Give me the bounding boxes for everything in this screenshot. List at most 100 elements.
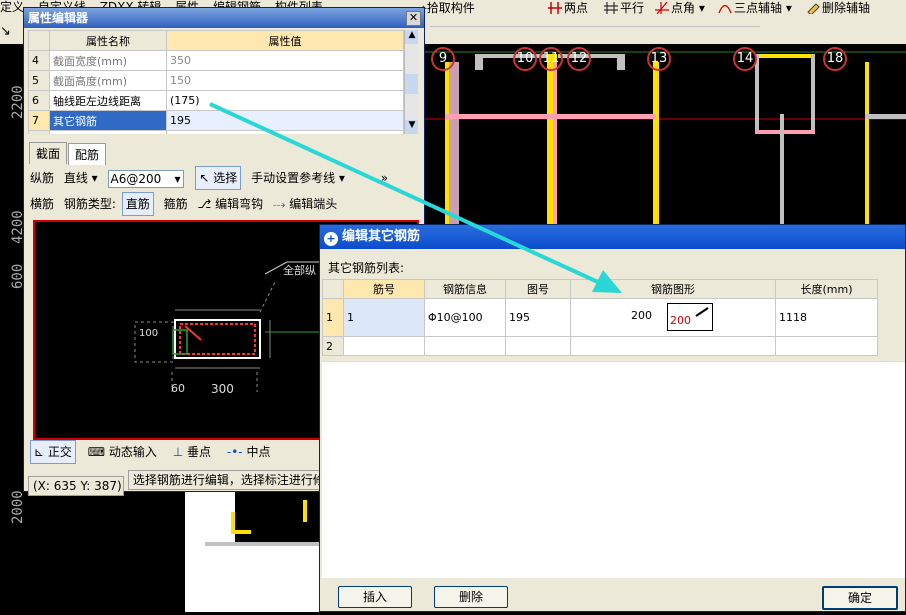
tab-section[interactable]: 截面 (29, 142, 68, 164)
delete-axis-button[interactable]: 删除辅轴 (806, 0, 870, 16)
edit-hook-button[interactable]: ⎇ 编辑弯钩 (197, 193, 263, 215)
spec-dropdown[interactable]: A6@200 ▾ (107, 169, 184, 188)
dynamic-input-label: 动态输入 (108, 445, 157, 459)
two-point-icon (548, 2, 562, 14)
cad-lower-drawing (185, 492, 319, 612)
cad-canvas[interactable]: 9 10 11 12 13 14 18 (425, 44, 906, 234)
perpendicular-label: 垂点 (187, 445, 212, 459)
cell-tuhao[interactable] (505, 336, 571, 356)
row-value[interactable]: 350 (166, 50, 404, 71)
pick-component-button[interactable]: ⌖拾取构件 (420, 0, 475, 16)
three-point-axis-label: 三点辅轴 (734, 1, 783, 15)
header-shape: 钢筋图形 (570, 279, 776, 299)
rebar-row[interactable]: 2 (322, 336, 878, 356)
two-point-label: 两点 (564, 1, 589, 15)
tab-rebar[interactable]: 配筋 (68, 143, 107, 165)
header-length: 长度(mm) (775, 279, 878, 299)
three-point-axis-icon (718, 4, 732, 14)
transverse-label: 横筋 (30, 197, 55, 211)
axis-bubble: 14 (733, 47, 757, 71)
row-name: 轴线距左边线距离 (49, 90, 167, 111)
cell-tuhao[interactable]: 195 (505, 298, 571, 337)
dialog-titlebar[interactable]: + 编辑其它钢筋 (320, 225, 905, 249)
cell-jinhao[interactable]: 1 (343, 298, 425, 337)
select-button[interactable]: ↖ 选择 (195, 166, 242, 190)
point-angle-label: 点角 (671, 1, 696, 15)
row-value[interactable]: (175) (166, 90, 404, 111)
select-label: 选择 (213, 171, 238, 185)
menu-item[interactable]: 定义 (0, 0, 24, 14)
property-row[interactable]: 4 截面宽度(mm) 350 (28, 50, 404, 71)
scroll-up-icon[interactable]: ▲ (405, 30, 418, 44)
insert-button[interactable]: 插入 (338, 586, 412, 608)
property-editor-titlebar[interactable]: 属性编辑器 ✕ (24, 8, 424, 28)
axis-bubble: 10 (513, 47, 537, 71)
row-value[interactable] (166, 130, 404, 134)
row-value[interactable]: 195 (166, 110, 404, 131)
header-idx (322, 279, 344, 299)
property-row-selected[interactable]: 7 其它钢筋 195 (28, 110, 404, 131)
cell-info[interactable]: Φ10@100 (424, 298, 506, 337)
longitudinal-label: 纵筋 (30, 171, 55, 185)
cell-length[interactable] (775, 336, 878, 356)
transverse-toolbar: 横筋 钢筋类型: 直筋 箍筋 ⎇ 编辑弯钩 ⤏ 编辑端头 (30, 192, 343, 216)
straight-rebar-button[interactable]: 直筋 (121, 192, 154, 216)
row-idx: 1 (322, 298, 344, 337)
header-jinhao: 筋号 (343, 279, 425, 299)
parallel-button[interactable]: 平行 (604, 0, 644, 16)
app-icon: + (324, 232, 338, 246)
parallel-label: 平行 (620, 1, 645, 15)
cell-shape[interactable]: 200 200 (570, 298, 776, 337)
axis-bubble: 12 (567, 47, 591, 71)
cell-length[interactable]: 1118 (775, 298, 878, 337)
row-num: 8 (28, 130, 50, 134)
dim-width: 300 (211, 382, 234, 396)
property-row[interactable]: 5 截面高度(mm) 150 (28, 70, 404, 91)
property-scrollbar[interactable]: ▲ ▼ (404, 30, 418, 134)
cell-shape[interactable] (570, 336, 776, 356)
ok-button[interactable]: 确定 (822, 586, 898, 610)
rebar-grid: 筋号 钢筋信息 图号 钢筋图形 长度(mm) 1 1 Φ10@100 195 2… (322, 279, 878, 356)
delete-button[interactable]: 删除 (434, 586, 508, 608)
more-icon[interactable]: » (381, 167, 388, 189)
rebar-header-row: 筋号 钢筋信息 图号 钢筋图形 长度(mm) (322, 279, 878, 299)
midpoint-label: 中点 (246, 445, 271, 459)
line-type-select[interactable]: 直线 ▾ (64, 167, 98, 189)
header-num (28, 30, 50, 51)
midpoint-snap[interactable]: -•- 中点 (227, 441, 271, 463)
rebar-type-label: 钢筋类型: (63, 197, 116, 211)
point-angle-button[interactable]: 点角 ▾ (655, 0, 705, 16)
edit-end-label: 编辑端头 (289, 197, 338, 211)
close-icon[interactable]: ✕ (406, 11, 421, 26)
property-row[interactable]: 8 备注 (28, 130, 404, 134)
row-name: 其它钢筋 (49, 110, 167, 131)
scroll-thumb[interactable] (405, 74, 418, 94)
scroll-down-icon[interactable]: ▼ (405, 120, 418, 134)
hook-icon: ⎇ (197, 197, 212, 211)
eraser-icon (807, 3, 820, 16)
three-point-axis-button[interactable]: 三点辅轴 ▾ (718, 0, 792, 16)
property-row[interactable]: 6 轴线距左边线距离 (175) (28, 90, 404, 111)
cad-canvas-lower[interactable] (185, 492, 319, 612)
rebar-row[interactable]: 1 1 Φ10@100 195 200 200 1118 (322, 298, 878, 337)
ortho-toggle[interactable]: ⊾ 正交 (30, 440, 76, 464)
manual-ref-line-select[interactable]: 手动设置参考线 ▾ (251, 167, 345, 189)
edit-end-button[interactable]: ⤏ 编辑端头 (273, 193, 337, 215)
axis-bubble: 13 (647, 47, 671, 71)
property-editor-title: 属性编辑器 (28, 11, 89, 25)
row-num: 6 (28, 90, 50, 111)
perpendicular-snap[interactable]: ⊥ 垂点 (173, 441, 211, 463)
header-tuhao: 图号 (505, 279, 571, 299)
arrow-tool-icon[interactable]: ↘ (0, 24, 20, 42)
line-type-value: 直线 (63, 171, 88, 185)
cell-info[interactable] (424, 336, 506, 356)
stirrup-button[interactable]: 箍筋 (164, 193, 188, 215)
row-value[interactable]: 150 (166, 70, 404, 91)
delete-axis-label: 删除辅轴 (822, 1, 871, 15)
ortho-label: 正交 (47, 445, 72, 459)
dynamic-input-toggle[interactable]: ⌨ 动态输入 (88, 441, 157, 463)
two-point-button[interactable]: 两点 (548, 0, 588, 16)
property-grid: 属性名称 属性值 4 截面宽度(mm) 350 5 截面高度(mm) 150 6… (28, 30, 418, 134)
cell-jinhao[interactable] (343, 336, 425, 356)
status-hint: 选择钢筋进行编辑，选择标注进行修 (127, 470, 322, 490)
